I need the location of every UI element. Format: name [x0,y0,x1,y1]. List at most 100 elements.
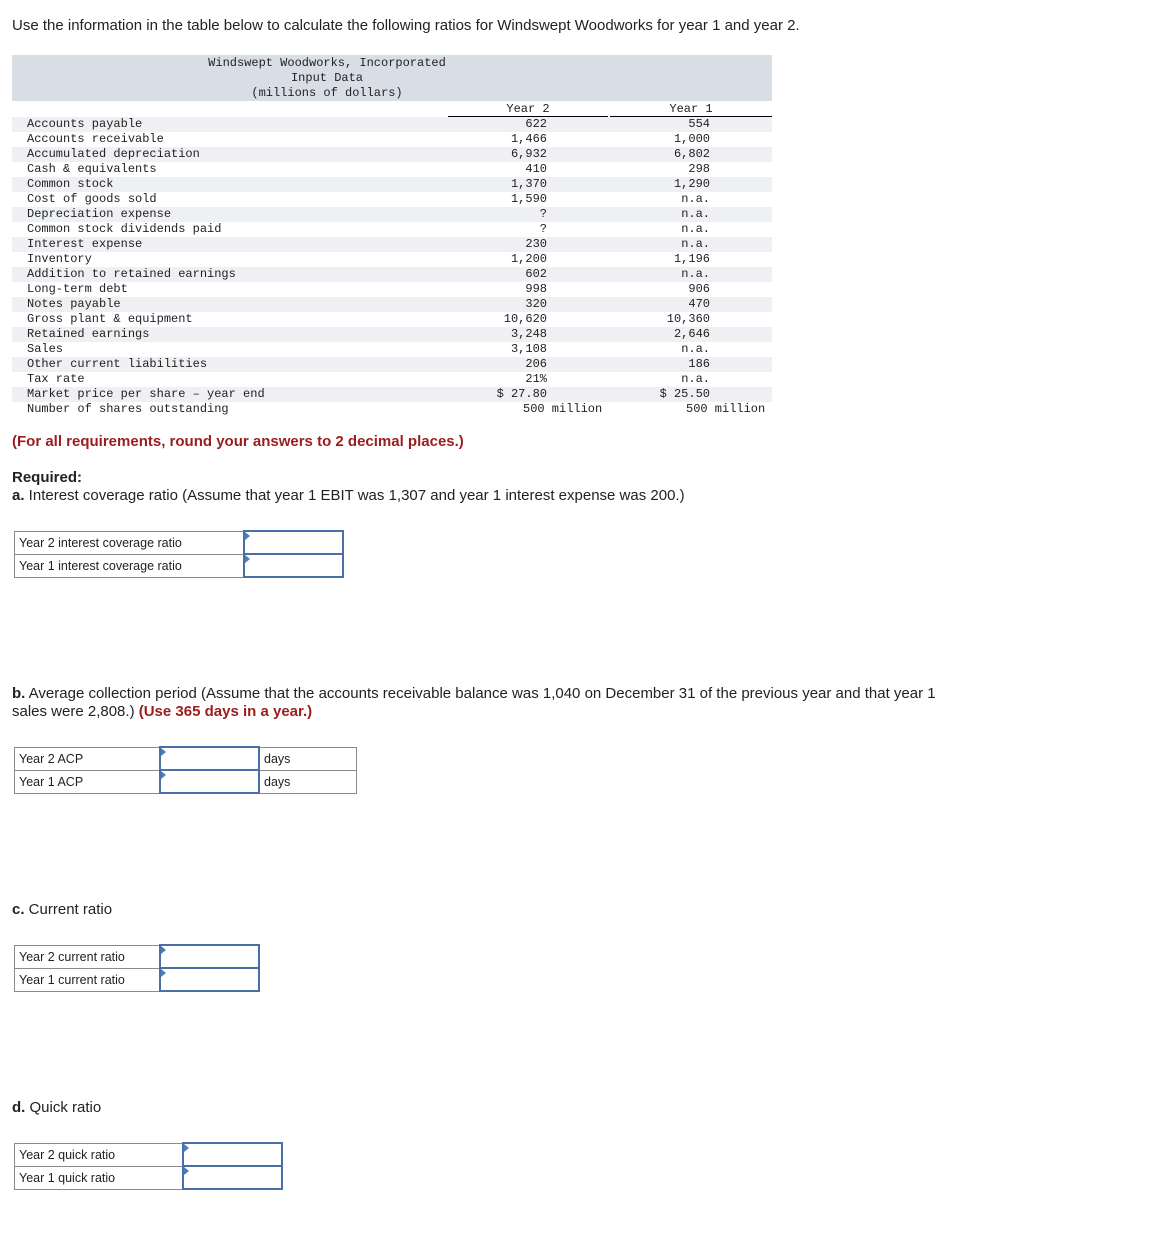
year-2-value: 206 [525,357,547,371]
year-2-value: 998 [525,282,547,296]
year-2-value: 1,370 [510,177,547,191]
table-row: Depreciation expense? n.a. [12,207,772,222]
year-2-quick-ratio-field[interactable] [184,1144,281,1165]
answer-label: Year 1 quick ratio [14,1165,184,1190]
table-row: Common stock dividends paid? n.a. [12,222,772,237]
row-label: Cash & equivalents [27,162,157,176]
row-label: Other current liabilities [27,357,208,371]
year-1-value: n.a. [681,192,710,206]
question-c-letter: c. [12,901,25,918]
question-c-text: Current ratio [24,901,113,918]
table-row: Number of shares outstanding 500 million 5… [12,402,772,417]
year-2-value: 3,248 [510,327,547,341]
year-1-quick-ratio-input[interactable] [182,1165,283,1190]
table-row: Accounts payable 622 554 [12,117,772,132]
question-d-letter: d. [12,1099,26,1116]
answer-table-b: Year 2 ACP days Year 1 ACP days [14,746,357,794]
input-marker-icon [161,969,166,977]
year-1-interest-coverage-field[interactable] [245,555,342,576]
row-label: Addition to retained earnings [27,267,236,281]
answer-row: Year 1 current ratio [14,967,260,992]
year-2-value: ? [539,222,547,236]
year-2-interest-coverage-field[interactable] [245,532,342,553]
year-1-value: 1,000 [673,132,710,146]
year-2-current-ratio-field[interactable] [161,946,258,967]
year-1-value: 500 million [686,402,766,416]
year-1-value: 298 [688,162,710,176]
input-marker-icon [184,1167,189,1175]
year-1-value: 554 [688,117,710,131]
answer-label: Year 2 interest coverage ratio [14,530,245,555]
row-label: Retained earnings [27,327,150,341]
year-2-value: 6,932 [510,147,547,161]
table-row: Accounts receivable 1,466 1,000 [12,132,772,147]
answer-label: Year 1 current ratio [14,967,161,992]
row-label: Gross plant & equipment [27,312,193,326]
year-2-value: 622 [525,117,547,131]
row-label: Long-term debt [27,282,128,296]
table-subtitle: Input Data [290,71,363,85]
year-1-acp-input[interactable] [159,769,260,794]
answer-label: Year 2 current ratio [14,944,161,969]
row-label: Tax rate [27,372,85,386]
table-row: Interest expense 230 n.a. [12,237,772,252]
year-2-value: 3,108 [510,342,547,356]
year-1-value: 186 [688,357,710,371]
answer-label: Year 2 ACP [14,746,161,771]
table-row: Retained earnings 3,248 2,646 [12,327,772,342]
year-2-value: 1,590 [510,192,547,206]
input-marker-icon [245,532,250,540]
year-1-interest-coverage-input[interactable] [243,553,344,578]
question-a-letter: a. [12,487,25,504]
input-marker-icon [161,748,166,756]
year-1-current-ratio-input[interactable] [159,967,260,992]
year-1-value: n.a. [681,222,710,236]
year-1-acp-field[interactable] [161,771,258,792]
year-2-quick-ratio-input[interactable] [182,1142,283,1167]
year-1-value: 1,290 [673,177,710,191]
question-c: c. Current ratio [12,901,112,919]
question-d-text: Quick ratio [25,1099,102,1116]
table-row: Inventory 1,200 1,196 [12,252,772,267]
input-marker-icon [161,946,166,954]
year-2-value: 500 million [523,402,603,416]
row-label: Cost of goods sold [27,192,157,206]
year-1-value: n.a. [681,372,710,386]
year-2-value: 21% [525,372,547,386]
year-2-value: 1,466 [510,132,547,146]
year-1-value: 1,196 [673,252,710,266]
instructions-text: Use the information in the table below t… [12,17,800,34]
row-label: Number of shares outstanding [27,402,229,416]
year-2-acp-field[interactable] [161,748,258,769]
year-2-value: 230 [525,237,547,251]
year-1-value: n.a. [681,237,710,251]
answer-label: Year 2 quick ratio [14,1142,184,1167]
rounding-note: (For all requirements, round your answer… [12,433,464,450]
year-1-current-ratio-field[interactable] [161,969,258,990]
question-a: a. Interest coverage ratio (Assume that … [12,487,685,505]
input-marker-icon [245,555,250,563]
row-label: Common stock [27,177,114,191]
row-label: Depreciation expense [27,207,172,221]
row-label: Sales [27,342,64,356]
year-2-current-ratio-input[interactable] [159,944,260,969]
answer-label: Year 1 ACP [14,769,161,794]
year-2-acp-input[interactable] [159,746,260,771]
row-label: Common stock dividends paid [27,222,222,236]
year-2-value: 602 [525,267,547,281]
row-label: Inventory [27,252,92,266]
year-1-quick-ratio-field[interactable] [184,1167,281,1188]
row-label: Accounts receivable [27,132,164,146]
row-label: Notes payable [27,297,121,311]
table-row: Other current liabilities 206 186 [12,357,772,372]
question-a-text: Interest coverage ratio (Assume that yea… [24,487,685,504]
year-1-value: 470 [688,297,710,311]
unit-label: days [258,769,357,794]
year-2-value: $ 27.80 [496,387,547,401]
year-2-value: ? [539,207,547,221]
year-1-value: n.a. [681,342,710,356]
table-row: Notes payable 320 470 [12,297,772,312]
table-body: Accounts payable 622 554 Accounts receivabl… [12,117,772,417]
company-name: Windswept Woodworks, Incorporated [208,56,446,70]
year-2-interest-coverage-input[interactable] [243,530,344,555]
